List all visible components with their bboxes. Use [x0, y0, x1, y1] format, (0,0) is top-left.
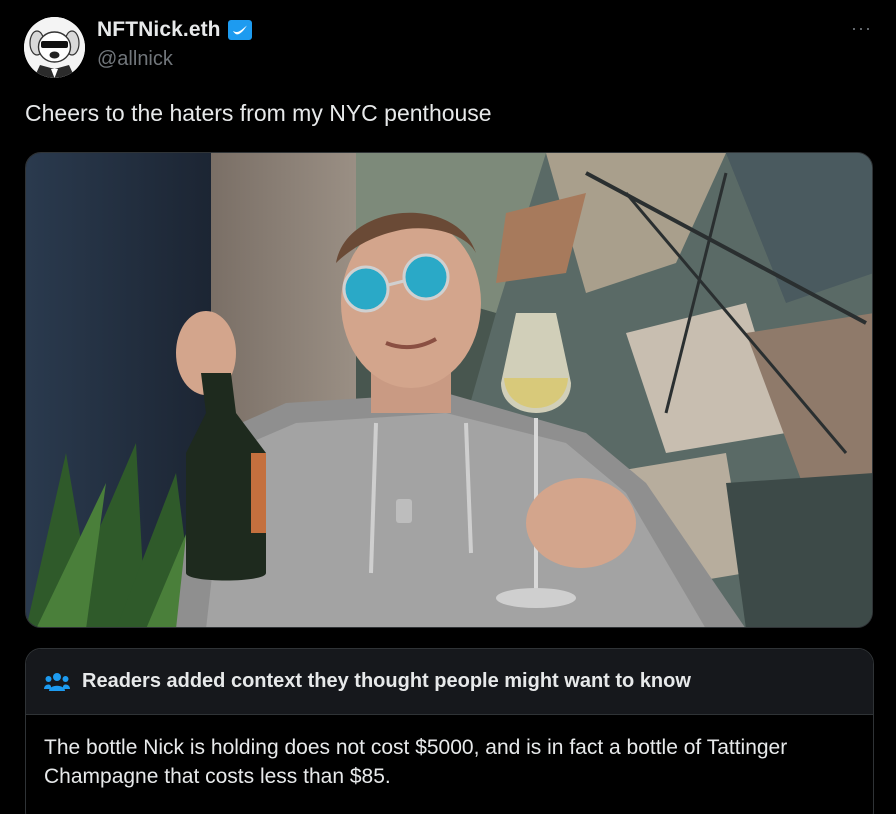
author-handle[interactable]: @allnick: [97, 48, 173, 71]
more-horizontal-icon[interactable]: ···: [851, 18, 872, 39]
avatar[interactable]: [24, 17, 85, 78]
community-note-body: The bottle Nick is holding does not cost…: [44, 736, 788, 788]
avatar-dog-sunglasses-image: [24, 17, 85, 78]
people-icon: [44, 671, 70, 693]
tweet-text: Cheers to the haters from my NYC penthou…: [25, 100, 492, 126]
photo-man-champagne-image: [26, 153, 872, 627]
tweet-card: NFTNick.eth @allnick ··· Cheers to the h…: [0, 0, 896, 814]
tweet-media-image[interactable]: [25, 152, 873, 628]
author-display-name[interactable]: NFTNick.eth: [97, 18, 221, 42]
author-name-row: NFTNick.eth: [97, 18, 253, 42]
community-note: Readers added context they thought peopl…: [25, 648, 874, 814]
community-note-header: Readers added context they thought peopl…: [26, 649, 873, 715]
community-note-title: Readers added context they thought peopl…: [82, 670, 691, 692]
verified-badge-icon: [227, 19, 253, 41]
